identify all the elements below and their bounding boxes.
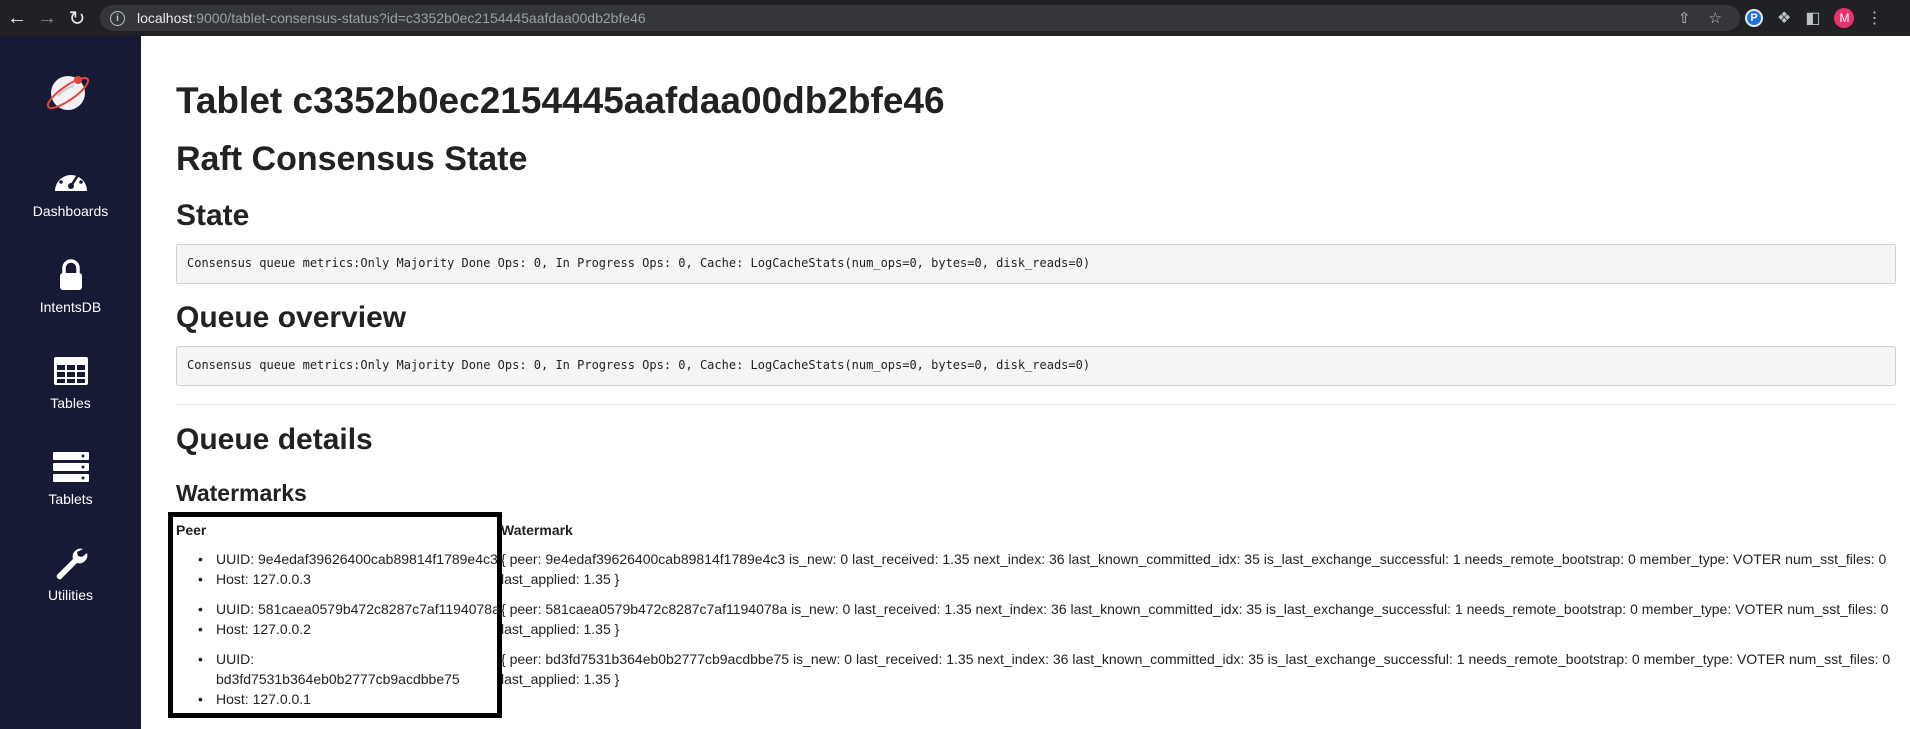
sidebar-item-label: IntentsDB [39,299,102,315]
watermarks-heading: Watermarks [176,480,307,506]
browser-toolbar: ← → ↻ i localhost :9000/tablet-consensus… [0,0,1910,36]
peer-uuid-value: bd3fd7531b364eb0b2777cb9acdbbe75 [216,671,460,687]
watermark-text: last_applied: 1.35 } [501,671,620,687]
watermark-text: last_applied: 1.35 } [501,621,620,637]
sidebar-item-label: Dashboards [32,203,109,219]
column-header-watermark: Watermark [501,522,573,538]
peer-host: Host: 127.0.0.2 [176,619,506,639]
gauge-icon [52,159,90,199]
watermark-cell: { peer: bd3fd7531b364eb0b2777cb9acdbbe75… [501,649,1896,689]
forward-arrow-icon[interactable]: → [32,0,62,36]
watermark-cell: { peer: 9e4edaf39626400cab89814f1789e4c3… [501,549,1896,589]
sidebar-item-dashboards[interactable]: Dashboards [0,159,141,239]
side-panel-icon[interactable]: ◧ [1805,8,1820,28]
state-metrics: Consensus queue metrics:Only Majority Do… [176,244,1896,284]
sidebar-item-tables[interactable]: Tables [0,351,141,431]
sidebar-item-tablets[interactable]: Tablets [0,447,141,527]
sidebar-item-utilities[interactable]: Utilities [0,543,141,623]
url-path: :9000/tablet-consensus-status?id=c3352b0… [192,10,646,26]
url-host: localhost [137,10,193,26]
watermark-text: { peer: 581caea0579b472c8287c7af1194078a… [501,601,1889,617]
table-icon [53,351,89,391]
peer-uuid-label: UUID: [216,651,255,667]
table-row: UUID: 581caea0579b472c8287c7af1194078a H… [176,599,506,639]
menu-icon[interactable]: ⋮ [1866,8,1882,28]
column-header-peer: Peer [176,522,207,538]
peer-uuid: UUID: 581caea0579b472c8287c7af1194078a [176,599,506,619]
page-title: Tablet c3352b0ec2154445aafdaa00db2bfe46 [176,80,945,121]
lock-icon [58,255,84,295]
sidebar-item-label: Utilities [47,587,94,603]
wrench-icon [53,543,89,583]
puzzle-icon[interactable]: ❖ [1777,8,1791,28]
server-icon [52,447,90,487]
table-row: UUID: 9e4edaf39626400cab89814f1789e4c3 H… [176,549,506,589]
queue-details-heading: Queue details [176,423,373,456]
sidebar: Dashboards IntentsDB Tables Tablets Util… [0,36,141,729]
info-icon[interactable]: i [110,10,125,26]
watermark-text: { peer: bd3fd7531b364eb0b2777cb9acdbbe75… [501,651,1891,667]
address-bar[interactable]: i localhost :9000/tablet-consensus-statu… [100,5,1740,31]
share-icon[interactable]: ⇧ [1678,9,1691,27]
avatar[interactable]: M [1834,8,1855,28]
sidebar-item-label: Tablets [48,491,93,507]
sidebar-item-intentsdb[interactable]: IntentsDB [0,255,141,335]
sidebar-item-label: Tables [50,395,91,411]
watermark-text: last_applied: 1.35 } [501,571,620,587]
queue-overview-metrics: Consensus queue metrics:Only Majority Do… [176,346,1896,386]
reload-icon[interactable]: ↻ [62,0,92,36]
state-heading: State [176,199,250,232]
watermark-text: { peer: 9e4edaf39626400cab89814f1789e4c3… [501,551,1887,567]
peer-uuid: UUID: bd3fd7531b364eb0b2777cb9acdbbe75 [176,649,506,689]
star-icon[interactable]: ☆ [1709,9,1722,27]
back-arrow-icon[interactable]: ← [2,0,32,36]
extension-icon[interactable]: P [1745,9,1763,27]
peer-uuid: UUID: 9e4edaf39626400cab89814f1789e4c3 [176,549,506,569]
peer-host: Host: 127.0.0.3 [176,569,506,589]
divider [176,404,1896,405]
peer-host: Host: 127.0.0.1 [176,689,506,709]
raft-heading: Raft Consensus State [176,140,528,178]
queue-overview-heading: Queue overview [176,301,407,334]
logo-icon[interactable] [44,66,94,116]
table-row: UUID: bd3fd7531b364eb0b2777cb9acdbbe75 H… [176,649,506,709]
watermark-cell: { peer: 581caea0579b472c8287c7af1194078a… [501,599,1896,639]
